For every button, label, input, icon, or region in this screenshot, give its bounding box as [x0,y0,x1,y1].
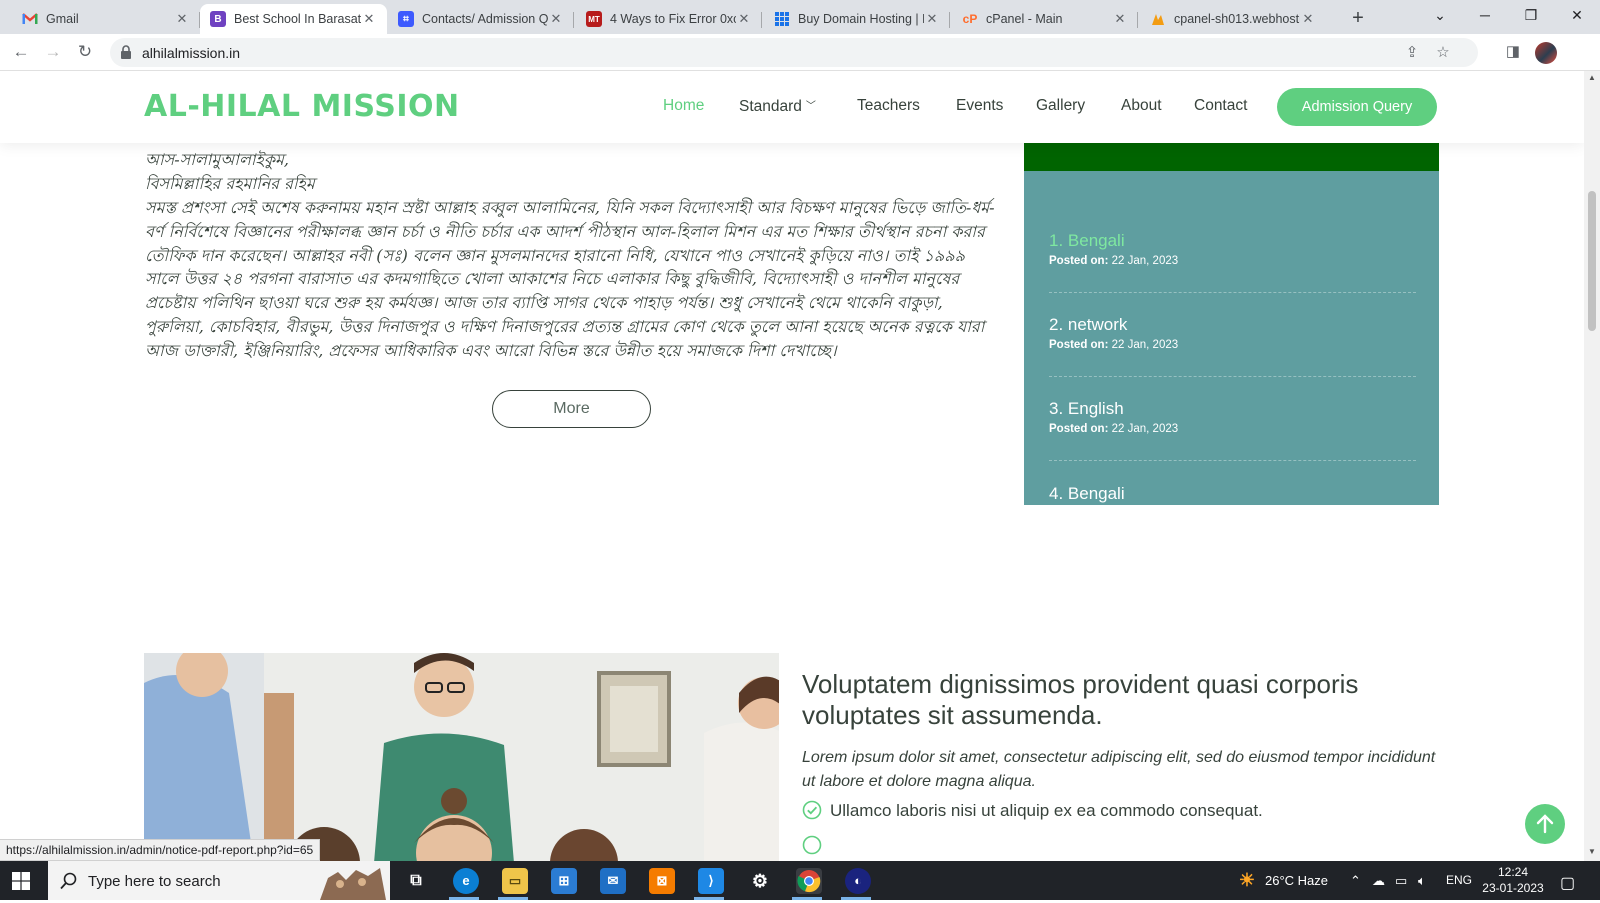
onedrive-icon[interactable]: ☁ [1372,873,1385,889]
share-icon[interactable]: ⇪ [1402,43,1422,63]
nav-contact[interactable]: Contact [1194,97,1247,115]
browser-toolbar: ← → ↻ alhilalmission.in ⇪ ☆ ◨ [0,34,1600,71]
profile-avatar[interactable] [1535,42,1557,64]
intro-paragraph: সমস্ত প্রশংসা সেই অশেষ করুনাময় মহান স্র… [145,198,995,360]
address-bar[interactable]: alhilalmission.in ⇪ ☆ [110,38,1478,67]
notice-item[interactable]: 1. Bengali Posted on: 22 Jan, 2023 [1049,231,1416,267]
scroll-up-icon[interactable]: ▲ [1584,73,1600,82]
tab-cpanel-main[interactable]: cP cPanel - Main ✕ [952,4,1138,34]
notice-item[interactable]: 2. network Posted on: 22 Jan, 2023 [1049,315,1416,351]
mail-icon[interactable]: ✉ [600,868,626,894]
language-indicator[interactable]: ENG [1446,873,1472,887]
taskbar-search[interactable]: Type here to search [48,861,390,900]
close-tab-icon[interactable]: ✕ [548,11,564,27]
site-logo[interactable]: AL-HILAL MISSION [144,89,460,124]
tab-contacts[interactable]: ⌗ Contacts/ Admission Q ✕ [388,4,574,34]
bookmark-star-icon[interactable]: ☆ [1433,43,1453,63]
close-tab-icon[interactable]: ✕ [174,11,190,27]
network-icon[interactable]: ▭ [1395,873,1407,889]
tab-best-school[interactable]: B Best School In Barasat V ✕ [200,4,387,34]
notice-item[interactable]: 4. Bengali [1049,484,1416,504]
grid-icon [774,11,790,27]
nav-teachers[interactable]: Teachers [857,97,920,115]
taskbar: Type here to search ⧉ e ▭ ⊞ ✉ ⊠ ⟩ ⚙ ◐ ☀ … [0,861,1600,900]
task-view-icon[interactable]: ⧉ [403,868,429,894]
nav-events[interactable]: Events [956,97,1003,115]
tab-buy-domain[interactable]: Buy Domain Hosting | F ✕ [764,4,950,34]
tab-cpanel-webhost[interactable]: cpanel-sh013.webhosti ✕ [1140,4,1326,34]
lock-icon [121,45,131,59]
store-icon[interactable]: ⊞ [551,868,577,894]
system-clock[interactable]: 12:24 23-01-2023 [1478,864,1548,896]
windows-start-icon[interactable] [12,872,30,890]
students-photo [144,653,779,861]
new-tab-button[interactable]: + [1344,4,1372,32]
tab-search-icon[interactable]: ⌄ [1418,0,1462,30]
nav-gallery[interactable]: Gallery [1036,97,1085,115]
scrollbar-thumb[interactable] [1588,191,1596,331]
greeting: আস-সালামুআলাইকুম, বিসমিল্লাহির রহমানির র… [145,150,315,193]
contacts-icon: ⌗ [398,11,414,27]
chevron-up-icon[interactable]: ⌃ [1350,873,1361,889]
page-scrollbar[interactable]: ▲ ▼ [1584,71,1600,861]
bootstrap-icon: B [210,11,226,27]
about-title: Voluptatem dignissimos provident quasi c… [802,669,1359,730]
notice-item[interactable]: 3. English Posted on: 22 Jan, 2023 [1049,399,1416,435]
minimize-icon[interactable]: ─ [1463,0,1507,30]
reload-icon[interactable]: ↻ [73,40,97,64]
url-text: alhilalmission.in [142,45,241,61]
eclipse-icon[interactable]: ◐ [845,868,871,894]
notice-board: 1. Bengali Posted on: 22 Jan, 2023 2. ne… [1024,119,1439,505]
phpmyadmin-icon [1150,11,1166,27]
cpanel-icon: cP [962,12,978,26]
check-circle-icon [802,835,822,855]
page-viewport: আস-সালামুআলাইকুম, বিসমিল্লাহির রহমানির র… [0,71,1584,861]
link-status-bar: https://alhilalmission.in/admin/notice-p… [0,839,321,861]
settings-gear-icon[interactable]: ⚙ [747,868,773,894]
nav-about[interactable]: About [1121,97,1162,115]
edge-icon[interactable]: e [453,868,479,894]
nav-home[interactable]: Home [663,97,704,115]
side-panel-icon[interactable]: ◨ [1503,42,1523,62]
chevron-down-icon: ﹀ [805,101,816,112]
close-tab-icon[interactable]: ✕ [1300,11,1316,27]
file-explorer-icon[interactable]: ▭ [502,868,528,894]
back-icon[interactable]: ← [9,40,33,64]
close-tab-icon[interactable]: ✕ [736,11,752,27]
chrome-icon[interactable] [796,868,822,894]
arrow-up-icon [1536,814,1554,834]
search-icon [60,872,77,890]
tab-gmail[interactable]: Gmail ✕ [12,4,200,34]
weather-haze-icon[interactable]: ☀ [1234,867,1260,893]
about-lead: Lorem ipsum dolor sit amet, consectetur … [802,749,1436,790]
admission-query-button[interactable]: Admission Query [1277,88,1437,126]
gmail-icon [22,11,38,27]
close-tab-icon[interactable]: ✕ [924,11,940,27]
more-button[interactable]: More [492,390,651,428]
weather-text[interactable]: 26°C Haze [1265,873,1328,888]
tab-fix-error[interactable]: MT 4 Ways to Fix Error 0xc0 ✕ [576,4,762,34]
volume-icon[interactable]: 🔈︎ [1418,873,1426,889]
browser-tab-bar: Gmail ✕ B Best School In Barasat V ✕ ⌗ C… [0,0,1600,34]
xampp-icon[interactable]: ⊠ [649,868,675,894]
notifications-icon[interactable]: ▢ [1560,873,1575,893]
close-tab-icon[interactable]: ✕ [361,11,377,27]
nav-standard[interactable]: Standard ﹀ [739,97,816,116]
close-window-icon[interactable]: ✕ [1555,0,1599,30]
site-header: AL-HILAL MISSION Home Standard ﹀ Teachers… [0,71,1584,143]
search-highlight-icon [320,868,386,900]
restore-icon[interactable]: ❐ [1509,0,1553,30]
vscode-icon[interactable]: ⟩ [698,868,724,894]
mt-icon: MT [586,11,602,27]
check-circle-icon [802,800,822,820]
back-to-top-button[interactable] [1525,804,1565,844]
scroll-down-icon[interactable]: ▼ [1584,847,1600,856]
close-tab-icon[interactable]: ✕ [1112,11,1128,27]
forward-icon[interactable]: → [41,40,65,64]
